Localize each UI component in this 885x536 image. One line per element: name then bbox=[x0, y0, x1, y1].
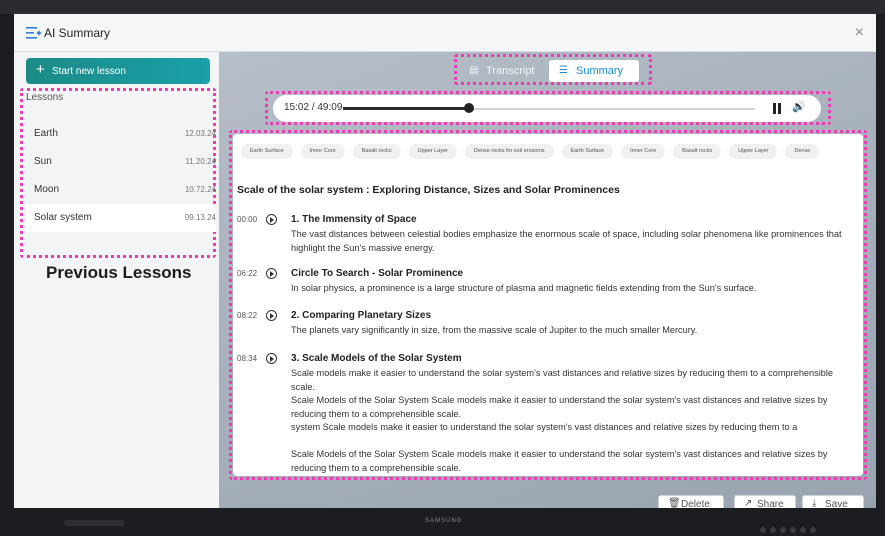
section-paragraph: The planets vary significantly in size, … bbox=[291, 325, 698, 335]
section-body: Scale models make it easier to understan… bbox=[291, 367, 851, 475]
section-paragraph: Scale Models of the Solar System Scale m… bbox=[291, 395, 828, 419]
app-screen: AI Summary × + Start new lesson Lessons … bbox=[14, 14, 876, 508]
title-bar: AI Summary × bbox=[14, 14, 876, 52]
summary-title: Scale of the solar system : Exploring Di… bbox=[237, 184, 620, 196]
hardware-button[interactable] bbox=[770, 527, 776, 533]
section-paragraph: Scale models make it easier to understan… bbox=[291, 368, 834, 392]
main-panel: ▤ Transcript ☰ Summary 15:02 / 49:09 🔊 E… bbox=[219, 52, 876, 508]
volume-icon[interactable]: 🔊 bbox=[792, 100, 806, 113]
section-paragraph: system Scale models make it easier to un… bbox=[291, 422, 798, 432]
play-section-icon[interactable] bbox=[266, 214, 277, 225]
section-heading: 3. Scale Models of the Solar System bbox=[291, 353, 462, 364]
section-heading: Circle To Search - Solar Prominence bbox=[291, 268, 464, 279]
play-section-icon[interactable] bbox=[266, 268, 277, 279]
start-new-lesson-button[interactable]: + Start new lesson bbox=[26, 58, 210, 84]
hardware-button[interactable] bbox=[810, 527, 816, 533]
lesson-name: Sun bbox=[34, 156, 52, 167]
keyword-chip[interactable]: Inner Core bbox=[300, 144, 345, 159]
hardware-button[interactable] bbox=[800, 527, 806, 533]
seek-progress bbox=[343, 107, 470, 110]
audio-player: 15:02 / 49:09 🔊 bbox=[273, 95, 821, 122]
lesson-date: 11.20.24 bbox=[185, 157, 216, 166]
lesson-name: Earth bbox=[34, 128, 58, 139]
section-body: The planets vary significantly in size, … bbox=[291, 324, 851, 338]
section-timestamp: 08:22 bbox=[237, 311, 258, 320]
save-button[interactable]: ⤓ Save bbox=[802, 495, 864, 508]
lesson-date: 09.13.24 bbox=[184, 213, 216, 222]
pause-icon[interactable] bbox=[771, 103, 783, 115]
tab-summary-label: Summary bbox=[576, 65, 624, 77]
plus-icon: + bbox=[36, 61, 45, 78]
keyword-chip[interactable]: Upper Layer bbox=[729, 144, 778, 159]
section-heading: 2. Comparing Planetary Sizes bbox=[291, 310, 432, 321]
keyword-chip[interactable]: Earth Surface bbox=[561, 144, 614, 159]
share-label: Share bbox=[757, 499, 784, 508]
section-timestamp: 08:34 bbox=[237, 354, 258, 363]
tab-transcript[interactable]: ▤ Transcript bbox=[459, 60, 549, 82]
lesson-item-moon[interactable]: Moon 10.72.24 bbox=[26, 176, 216, 204]
close-icon[interactable]: × bbox=[855, 24, 864, 42]
summary-content: Earth Surface Inner Core Basalt rocks Upper… bbox=[233, 134, 863, 476]
keyword-chip[interactable]: Dense bbox=[785, 144, 820, 159]
share-icon: ↗ bbox=[744, 498, 753, 508]
hardware-button[interactable] bbox=[780, 527, 786, 533]
section-timestamp: 06:22 bbox=[237, 269, 258, 278]
keyword-chips: Earth Surface Inner Core Basalt rocks Upper… bbox=[241, 144, 863, 160]
keyword-chip[interactable]: Basalt rocks bbox=[673, 144, 722, 159]
hardware-button[interactable] bbox=[760, 527, 766, 533]
save-label: Save bbox=[825, 499, 848, 508]
hardware-buttons bbox=[760, 520, 830, 533]
delete-label: Delete bbox=[681, 499, 710, 508]
lessons-heading: Lessons bbox=[26, 92, 64, 103]
lesson-item-earth[interactable]: Earth 12.03.24 bbox=[26, 120, 216, 148]
playback-time: 15:02 / 49:09 bbox=[284, 102, 343, 113]
play-section-icon[interactable] bbox=[266, 310, 277, 321]
section-paragraph-spacer bbox=[291, 435, 851, 449]
section-body: In solar physics, a prominence is a larg… bbox=[291, 282, 851, 296]
play-section-icon[interactable] bbox=[266, 353, 277, 364]
ai-summary-icon bbox=[26, 27, 42, 39]
delete-button[interactable]: 🗑 Delete bbox=[658, 495, 724, 508]
lesson-name: Moon bbox=[34, 184, 60, 195]
keyword-chip[interactable]: Dense rocks for soil erosions bbox=[464, 144, 554, 159]
seek-thumb[interactable] bbox=[464, 103, 475, 113]
hardware-button[interactable] bbox=[790, 527, 796, 533]
section-paragraph: In solar physics, a prominence is a larg… bbox=[291, 283, 757, 293]
keyword-chip[interactable]: Inner Core bbox=[621, 144, 666, 159]
section-paragraph: Scale Models of the Solar System Scale m… bbox=[291, 449, 828, 473]
keyword-chip[interactable]: Basalt rocks bbox=[352, 144, 401, 159]
lesson-item-sun[interactable]: Sun 11.20.24 bbox=[26, 148, 216, 176]
brand-logo: SAMSUNG bbox=[425, 518, 463, 524]
share-button[interactable]: ↗ Share bbox=[734, 495, 796, 508]
tab-transcript-label: Transcript bbox=[486, 65, 535, 77]
summary-icon: ☰ bbox=[559, 65, 568, 76]
download-icon: ⤓ bbox=[812, 498, 817, 508]
lesson-name: Solar system bbox=[34, 212, 92, 223]
transcript-icon: ▤ bbox=[469, 65, 479, 76]
sidebar: + Start new lesson Lessons Earth 12.03.2… bbox=[14, 52, 219, 508]
trash-icon: 🗑 bbox=[668, 498, 681, 508]
lesson-item-solar-system[interactable]: Solar system 09.13.24 bbox=[26, 204, 216, 232]
section-heading: 1. The Immensity of Space bbox=[291, 214, 417, 225]
section-body: The vast distances between celestial bod… bbox=[291, 228, 851, 255]
tab-summary[interactable]: ☰ Summary bbox=[549, 60, 639, 82]
display-bezel-bottom: SAMSUNG bbox=[0, 508, 885, 536]
display-bezel-top bbox=[0, 0, 885, 14]
section-timestamp: 00:00 bbox=[237, 215, 258, 224]
lesson-date: 12.03.24 bbox=[184, 129, 216, 138]
lesson-date: 10.72.24 bbox=[184, 185, 216, 194]
keyword-chip[interactable]: Earth Surface bbox=[241, 144, 293, 159]
keyword-chip[interactable]: Upper Layer bbox=[408, 144, 457, 159]
window-title: AI Summary bbox=[44, 26, 111, 40]
front-ports bbox=[64, 520, 124, 526]
start-new-lesson-label: Start new lesson bbox=[52, 66, 126, 77]
section-paragraph: The vast distances between celestial bod… bbox=[291, 229, 842, 253]
previous-lessons-annotation: Previous Lessons bbox=[46, 263, 192, 282]
